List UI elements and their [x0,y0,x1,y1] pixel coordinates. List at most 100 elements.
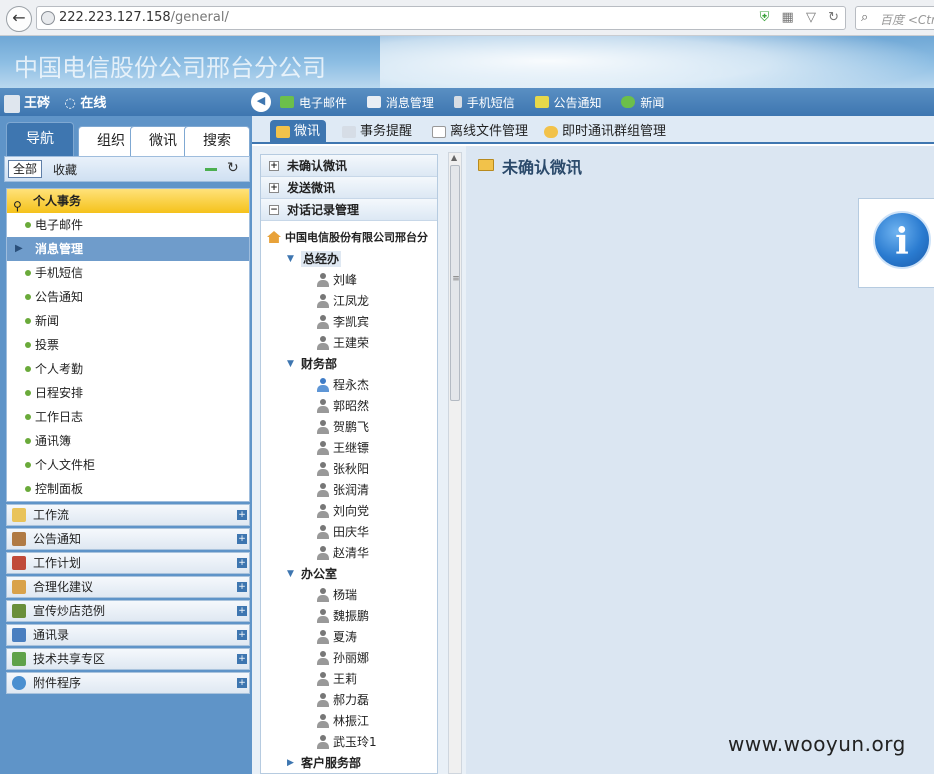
person-node[interactable]: 郝力磊 [261,690,437,711]
shield-icon[interactable]: ⛨ [760,10,770,25]
person-node[interactable]: 王继镖 [261,438,437,459]
tab-weixun-main[interactable]: 微讯 [270,120,327,144]
tree-scrollbar[interactable]: ▲ [448,152,462,774]
group-icon [544,126,558,138]
expand-icon[interactable]: + [269,183,279,193]
collapse-all-icon[interactable] [205,168,217,171]
expand-icon[interactable]: + [237,630,247,640]
dept-node[interactable]: ▼ 总经办 [261,249,437,270]
person-node[interactable]: 夏涛 [261,627,437,648]
person-node[interactable]: 李凯宾 [261,312,437,333]
scroll-thumb[interactable] [450,165,461,401]
back-arrow-icon[interactable]: ← [6,6,32,32]
filter-favorites-button[interactable]: 收藏 [53,161,77,178]
menu-item[interactable]: 通讯簿 [7,429,249,453]
dept-node[interactable]: ▼ 财务部 [261,354,437,375]
personal-affairs-menu: ⚲ 个人事务 电子邮件 ▶ 消息管理 手机短信 公告通知 新闻 投票 个人考勤 日程… [6,188,250,502]
group-suggestion[interactable]: 合理化建议 + [6,576,250,598]
collapse-sidebar-button[interactable]: ◀ [251,92,271,112]
expand-icon[interactable]: + [237,558,247,568]
tab-reminders[interactable]: 事务提醒 [340,121,412,143]
person-node[interactable]: 刘峰 [261,270,437,291]
menu-item[interactable]: 日程安排 [7,381,249,405]
dept-node[interactable]: ▼ 办公室 [261,564,437,585]
quick-notice[interactable]: 公告通知 [534,96,602,110]
menu-item-active[interactable]: ▶ 消息管理 [7,237,249,261]
bullet-icon [25,366,31,372]
tab-offline-files[interactable]: 离线文件管理 [430,121,528,143]
workflow-icon [12,508,26,522]
collapse-icon[interactable]: − [269,205,279,215]
info-message-box: i [858,198,934,288]
menu-item[interactable]: 手机短信 [7,261,249,285]
browser-search-input[interactable]: ⌕ 百度 <Ctrl [855,6,934,30]
quick-sms[interactable]: 手机短信 [453,96,515,110]
quick-news[interactable]: 新闻 [621,96,664,110]
menu-item[interactable]: 新闻 [7,309,249,333]
menu-item[interactable]: 工作日志 [7,405,249,429]
user-info[interactable]: 王硶 ◌ 在线 [4,92,106,113]
tab-im-groups[interactable]: 即时通讯群组管理 [542,121,666,143]
person-node[interactable]: 江凤龙 [261,291,437,312]
expand-icon[interactable]: + [237,510,247,520]
section-unconfirmed[interactable]: + 未确认微讯 [261,155,437,177]
group-workflow[interactable]: 工作流 + [6,504,250,526]
attachment-icon [12,676,26,690]
expand-icon[interactable]: + [237,606,247,616]
tab-search[interactable]: 搜索 [184,126,250,156]
person-node-online[interactable]: 程永杰 [261,375,437,396]
menu-head-personal[interactable]: ⚲ 个人事务 [7,189,249,213]
scroll-up-icon[interactable]: ▲ [451,153,457,162]
news-icon [621,96,636,108]
group-attachments[interactable]: 附件程序 + [6,672,250,694]
reload-icon[interactable]: ↻ [828,10,839,25]
expand-icon[interactable]: + [237,582,247,592]
tab-navigation[interactable]: 导航 [6,122,74,156]
section-send[interactable]: + 发送微讯 [261,177,437,199]
person-node[interactable]: 魏振鹏 [261,606,437,627]
person-node[interactable]: 张润清 [261,480,437,501]
menu-item[interactable]: 投票 [7,333,249,357]
menu-item[interactable]: 个人文件柜 [7,453,249,477]
expand-icon[interactable]: + [237,654,247,664]
group-promo[interactable]: 宣传炒店范例 + [6,600,250,622]
qrcode-icon[interactable]: ▦ [782,10,794,25]
person-node[interactable]: 杨瑞 [261,585,437,606]
expand-icon[interactable]: + [237,678,247,688]
person-node[interactable]: 林振江 [261,711,437,732]
refresh-icon[interactable]: ↻ [227,160,239,176]
address-bar[interactable]: 222.223.127.158/general/ ⛨ ▦ ▽ ↻ [36,6,846,30]
quick-email[interactable]: 电子邮件 [280,96,347,110]
online-status[interactable]: ◌ 在线 [65,96,107,111]
menu-item[interactable]: 电子邮件 [7,213,249,237]
person-node[interactable]: 田庆华 [261,522,437,543]
person-node[interactable]: 刘向党 [261,501,437,522]
section-records[interactable]: − 对话记录管理 [261,199,437,221]
dropdown-arrow-icon[interactable]: ▽ [806,10,816,25]
person-node[interactable]: 孙丽娜 [261,648,437,669]
search-icon: ⌕ [861,10,869,25]
filter-all-button[interactable]: 全部 [8,160,43,178]
menu-item[interactable]: 公告通知 [7,285,249,309]
person-node[interactable]: 王莉 [261,669,437,690]
expand-icon[interactable]: + [269,161,279,171]
group-tech-share[interactable]: 技术共享专区 + [6,648,250,670]
group-notice[interactable]: 公告通知 + [6,528,250,550]
person-node[interactable]: 郭昭然 [261,396,437,417]
person-node[interactable]: 赵清华 [261,543,437,564]
person-node[interactable]: 贺鹏飞 [261,417,437,438]
person-node[interactable]: 王建荣 [261,333,437,354]
dept-node[interactable]: ▶ 客户服务部 [261,753,437,773]
person-node[interactable]: 武玉玲1 [261,732,437,753]
expand-icon[interactable]: + [237,534,247,544]
org-root[interactable]: 中国电信股份有限公司邢台分 [261,227,437,249]
menu-item[interactable]: 控制面板 [7,477,249,501]
group-contacts[interactable]: 通讯录 + [6,624,250,646]
bullet-icon [25,222,31,228]
quick-messages[interactable]: 消息管理 [366,96,434,110]
person-icon [317,399,329,414]
group-work-plan[interactable]: 工作计划 + [6,552,250,574]
person-icon [317,315,329,330]
person-node[interactable]: 张秋阳 [261,459,437,480]
menu-item[interactable]: 个人考勤 [7,357,249,381]
